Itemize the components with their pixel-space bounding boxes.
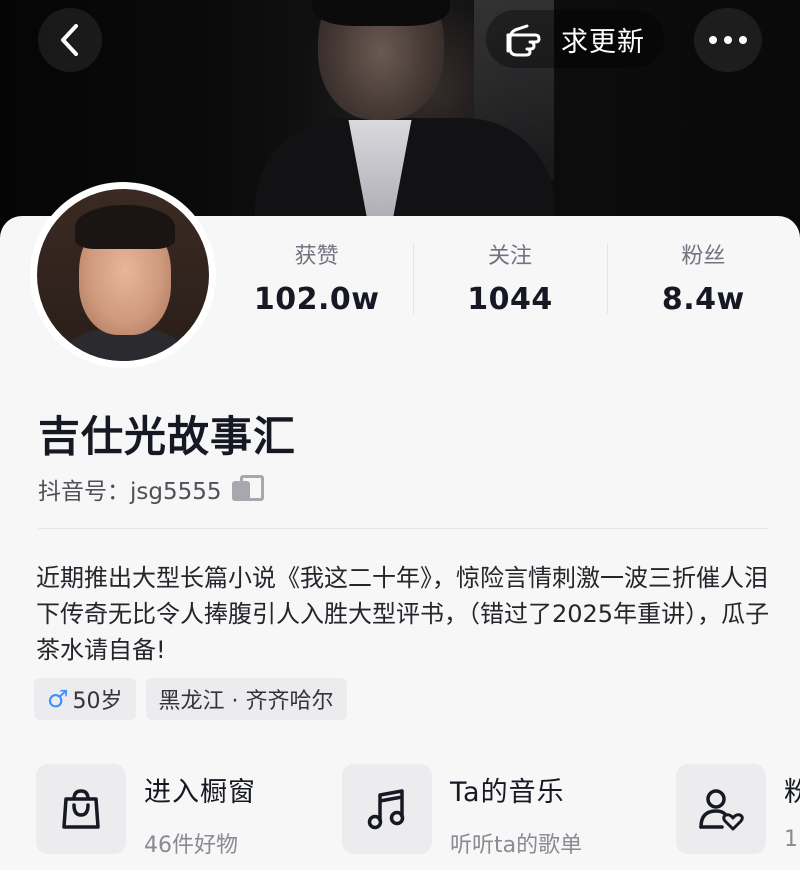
feature-row: 进入橱窗 46件好物 Ta的音乐 听听ta的歌单 粉 1: [36, 764, 800, 859]
feature-subtitle: 听听ta的歌单: [450, 833, 583, 858]
stat-label: 获赞: [294, 244, 339, 269]
feature-music[interactable]: Ta的音乐 听听ta的歌单: [342, 764, 676, 859]
profile-tags: ♂ 50岁 黑龙江 · 齐齐哈尔: [34, 678, 347, 720]
feature-title: 进入橱窗: [144, 777, 256, 808]
avatar[interactable]: [30, 182, 216, 368]
stat-label: 粉丝: [681, 244, 726, 269]
gender-age-tag: ♂ 50岁: [34, 678, 136, 720]
stat-value: 102.0w: [253, 282, 380, 317]
feature-subtitle: 1: [784, 827, 798, 852]
back-button[interactable]: [38, 8, 102, 72]
profile-nickname: 吉仕光故事汇: [38, 412, 297, 461]
age-text: 50岁: [72, 689, 123, 714]
more-button[interactable]: [694, 8, 762, 72]
feature-title: Ta的音乐: [450, 777, 565, 808]
feature-showcase[interactable]: 进入橱窗 46件好物: [36, 764, 342, 859]
music-note-icon: [367, 789, 405, 830]
feature-icon-box: [676, 764, 766, 854]
request-update-button[interactable]: 求更新: [486, 10, 664, 68]
fans-group-icon: [699, 789, 744, 831]
chevron-left-icon: [61, 24, 78, 56]
stat-following[interactable]: 关注 1044: [413, 238, 606, 328]
copy-icon[interactable]: [231, 475, 264, 503]
location-tag: 黑龙江 · 齐齐哈尔: [145, 678, 347, 720]
douyin-id-row: 抖音号：jsg5555: [38, 472, 264, 506]
avatar-photo: [37, 189, 209, 361]
feature-title: 粉: [784, 777, 800, 808]
feature-icon-box: [342, 764, 432, 854]
profile-bio: 近期推出大型长篇小说《我这二十年》，惊险言情刺激一波三折催人泪下传奇无比令人捧腹…: [36, 564, 770, 664]
feature-fans-group[interactable]: 粉 1: [676, 764, 800, 859]
pointing-hand-icon: [506, 24, 541, 57]
divider: [38, 528, 768, 529]
cover-figure-hair: [312, 0, 450, 26]
feature-icon-box: [36, 764, 126, 854]
male-icon: ♂: [47, 685, 69, 713]
stat-value: 8.4w: [661, 282, 745, 317]
request-update-label: 求更新: [561, 26, 645, 58]
stat-value: 1044: [467, 282, 553, 317]
stat-likes[interactable]: 获赞 102.0w: [220, 238, 413, 328]
more-dots-icon: [709, 36, 747, 44]
profile-stats: 获赞 102.0w 关注 1044 粉丝 8.4w: [220, 238, 800, 328]
feature-subtitle: 46件好物: [144, 833, 238, 858]
stat-label: 关注: [487, 244, 532, 269]
shopping-bag-icon: [62, 789, 100, 829]
douyin-id-text: 抖音号：jsg5555: [38, 479, 222, 505]
location-text: 黑龙江 · 齐齐哈尔: [158, 689, 334, 714]
stat-followers[interactable]: 粉丝 8.4w: [606, 238, 800, 328]
